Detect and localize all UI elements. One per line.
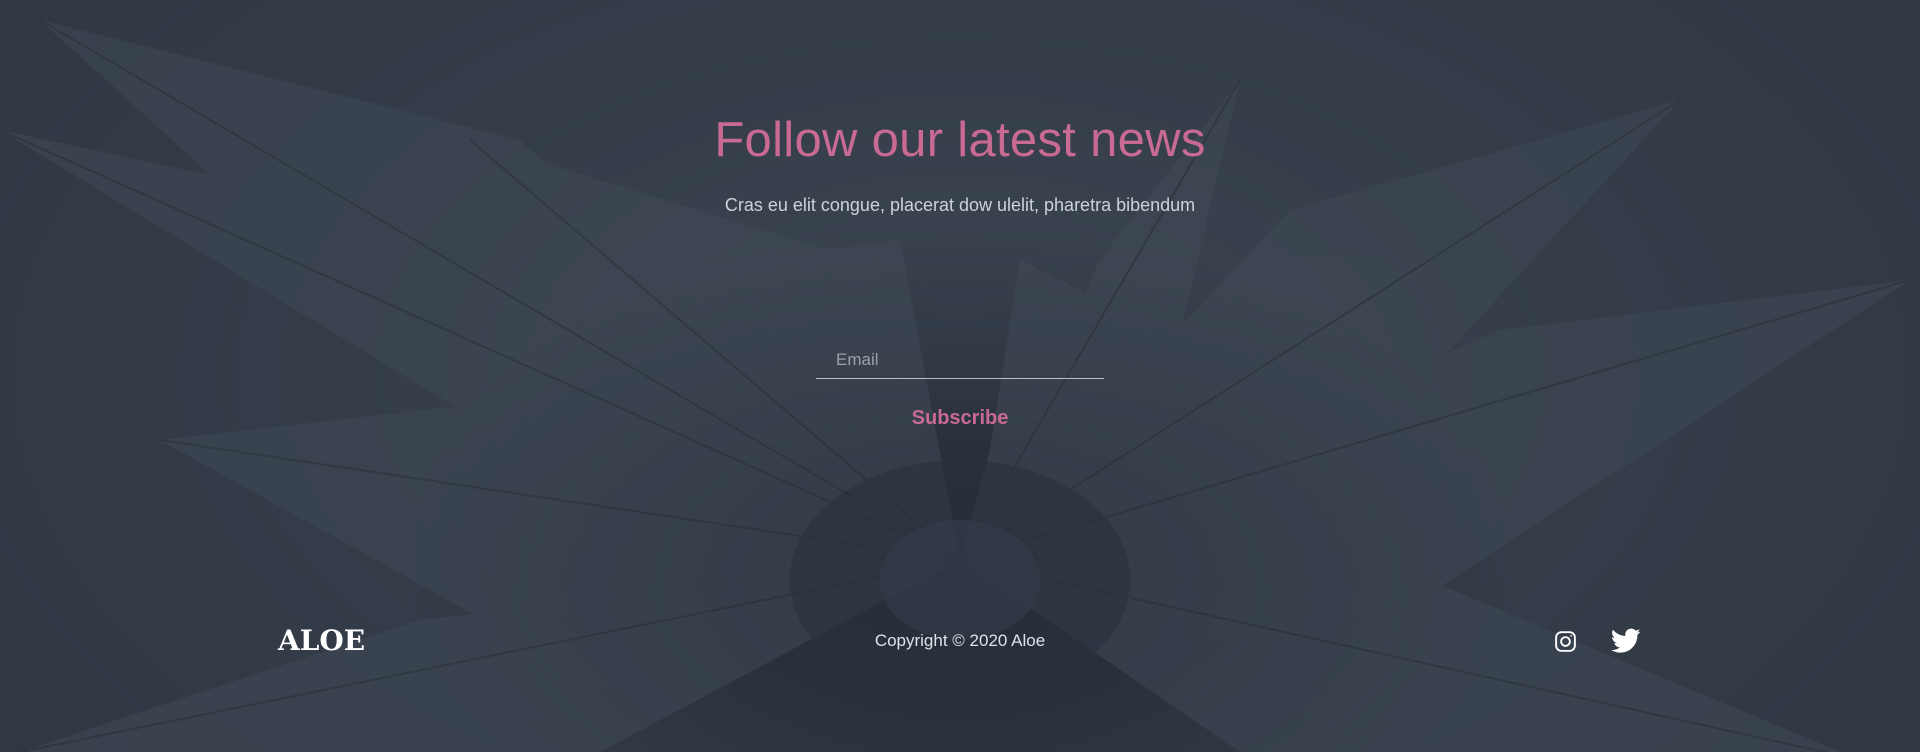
footer-logo[interactable]: ALOE: [278, 624, 365, 658]
email-input[interactable]: [816, 341, 1104, 378]
instagram-icon: [1554, 630, 1576, 652]
subscribe-button[interactable]: Subscribe: [860, 401, 1060, 435]
newsletter-section: Follow our latest news Cras eu elit cong…: [0, 0, 1920, 752]
twitter-link[interactable]: [1611, 626, 1641, 656]
twitter-icon: [1611, 628, 1641, 653]
email-field-wrapper: [816, 341, 1104, 379]
newsletter-subtitle: Cras eu elit congue, placerat dow ulelit…: [724, 195, 1196, 215]
instagram-link[interactable]: [1550, 626, 1580, 656]
newsletter-title: Follow our latest news: [714, 113, 1206, 167]
copyright-text: Copyright © 2020 Aloe: [874, 631, 1046, 650]
